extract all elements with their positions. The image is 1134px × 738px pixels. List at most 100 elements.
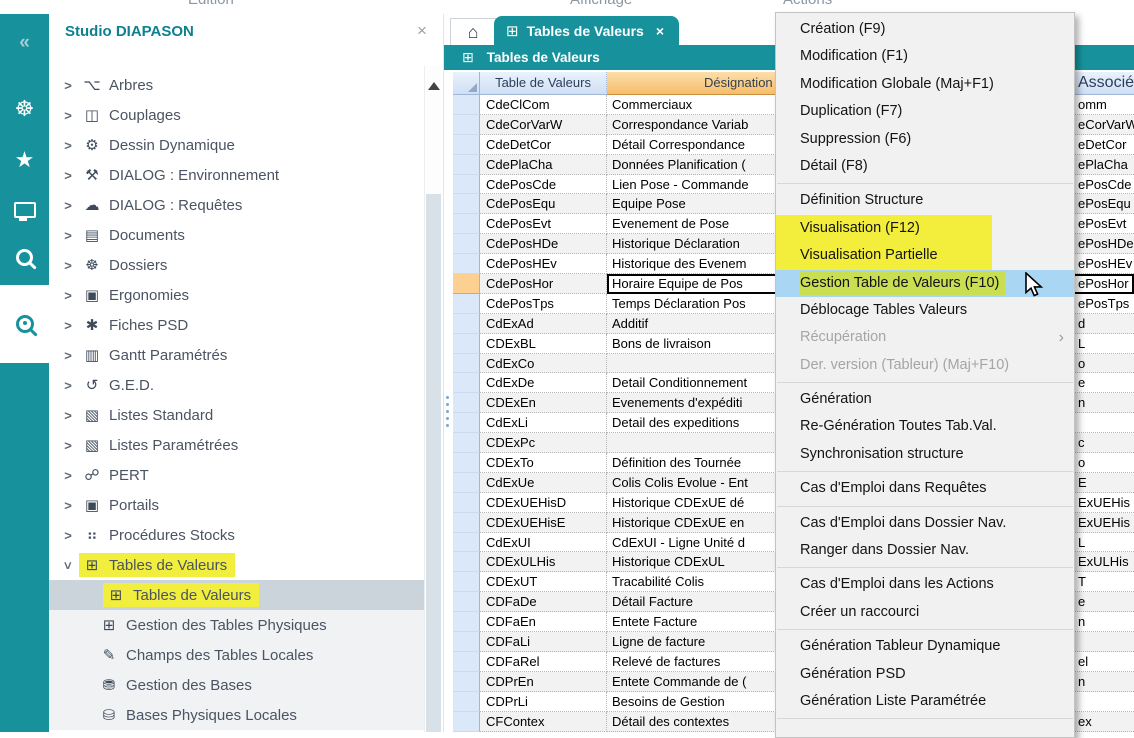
row-selector[interactable] [453, 214, 480, 234]
row-selector[interactable] [453, 533, 480, 553]
tree-item[interactable]: ⛃Gestion des Bases [49, 670, 424, 700]
cell-table-de-valeurs[interactable]: CdePlaCha [480, 155, 607, 175]
sidebar-item-star[interactable]: ★ [0, 143, 49, 177]
row-selector[interactable] [453, 453, 480, 473]
chevron-right-icon[interactable]: > [61, 318, 75, 333]
row-selector[interactable] [453, 513, 480, 533]
row-selector[interactable] [453, 652, 480, 672]
row-selector[interactable] [453, 314, 480, 334]
row-selector[interactable] [453, 612, 480, 632]
chevron-right-icon[interactable]: > [61, 528, 75, 543]
cell-table-de-valeurs[interactable]: CDPrLi [480, 692, 607, 712]
row-selector[interactable] [453, 294, 480, 314]
row-selector[interactable] [453, 592, 480, 612]
chevron-right-icon[interactable]: > [61, 168, 75, 183]
row-selector[interactable] [453, 135, 480, 155]
chevron-right-icon[interactable]: > [61, 438, 75, 453]
menu-item[interactable]: Cas d'Emploi dans Dossier Nav. [776, 510, 1074, 537]
close-tab-icon[interactable]: × [656, 23, 664, 39]
menu-item[interactable]: Synchronisation structure [776, 441, 1074, 468]
chevron-right-icon[interactable]: > [61, 408, 75, 423]
cell-table-de-valeurs[interactable]: CdeDetCor [480, 135, 607, 155]
tree-item[interactable]: >⊞Tables de Valeurs [49, 550, 424, 580]
tree-item[interactable]: ⛁Bases Physiques Locales [49, 700, 424, 730]
tree-item[interactable]: >▣Ergonomies [49, 280, 424, 310]
tree-item[interactable]: >▣Portails [49, 490, 424, 520]
row-selector[interactable] [453, 433, 480, 453]
chevron-right-icon[interactable]: > [61, 498, 75, 513]
menu-item[interactable]: Création (F9) [776, 16, 1074, 43]
tab-tables-de-valeurs[interactable]: ⊞ Tables de Valeurs × [494, 16, 679, 45]
sidebar-item-monitor[interactable] [0, 193, 49, 227]
menu-item[interactable]: Détail (F8) [776, 153, 1074, 180]
tree-item[interactable]: >⌥Arbres [49, 70, 424, 100]
menu-item[interactable]: Duplication (F7) [776, 98, 1074, 125]
collapse-sidebar-icon[interactable]: « [0, 32, 49, 54]
cell-table-de-valeurs[interactable]: CDExTo [480, 453, 607, 473]
row-selector[interactable] [453, 473, 480, 493]
cell-table-de-valeurs[interactable]: CdExLi [480, 413, 607, 433]
chevron-right-icon[interactable]: > [61, 468, 75, 483]
tree-item[interactable]: >↺G.E.D. [49, 370, 424, 400]
menu-item[interactable]: Génération PSD [776, 661, 1074, 688]
cell-table-de-valeurs[interactable]: CDExEn [480, 393, 607, 413]
menu-item[interactable]: Cas d'Emploi dans Requêtes [776, 475, 1074, 502]
menu-item[interactable]: Suppression (F6) [776, 126, 1074, 153]
menu-item[interactable]: Déblocage Tables Valeurs [776, 297, 1074, 324]
cell-table-de-valeurs[interactable]: CdePosHor [480, 274, 607, 294]
row-selector[interactable] [453, 413, 480, 433]
row-selector[interactable] [453, 712, 480, 732]
menu-item[interactable]: Créer un raccourci [776, 599, 1074, 626]
select-all-corner[interactable] [453, 72, 480, 95]
row-selector[interactable] [453, 115, 480, 135]
sidebar-item-search[interactable] [0, 240, 49, 274]
menu-item[interactable]: Visualisation (F12) [776, 215, 1074, 242]
scrollbar-thumb[interactable] [426, 194, 441, 732]
tree-item[interactable]: >⚙Dessin Dynamique [49, 130, 424, 160]
cell-table-de-valeurs[interactable]: CDExBL [480, 334, 607, 354]
cell-table-de-valeurs[interactable]: CdePosTps [480, 294, 607, 314]
menu-item[interactable]: Modification (F1) [776, 43, 1074, 70]
row-selector[interactable] [453, 393, 480, 413]
chevron-right-icon[interactable]: > [61, 198, 75, 213]
row-selector[interactable] [453, 373, 480, 393]
tree-item[interactable]: >⠶Procédures Stocks [49, 520, 424, 550]
chevron-down-icon[interactable]: > [61, 558, 76, 572]
tab-home[interactable]: ⌂ [450, 18, 496, 46]
tree-item[interactable]: ⊞Tables de Valeurs [49, 580, 424, 610]
tree-item[interactable]: ⊞Gestion des Tables Physiques [49, 610, 424, 640]
chevron-right-icon[interactable]: > [61, 78, 75, 93]
menu-item[interactable]: Génération [776, 386, 1074, 413]
row-selector[interactable] [453, 552, 480, 572]
row-selector[interactable] [453, 155, 480, 175]
chevron-right-icon[interactable]: > [61, 288, 75, 303]
cell-table-de-valeurs[interactable]: CdeClCom [480, 95, 607, 115]
menu-item[interactable]: Gestion Table de Valeurs (F10) [776, 270, 1074, 297]
menu-item[interactable]: Cas d'Emploi dans les Actions [776, 571, 1074, 598]
menu-item[interactable]: Visualisation Partielle [776, 242, 1074, 269]
menu-item[interactable]: Modification Globale (Maj+F1) [776, 71, 1074, 98]
splitter-handle[interactable] [446, 396, 450, 431]
tree-item[interactable]: >◫Couplages [49, 100, 424, 130]
row-selector[interactable] [453, 234, 480, 254]
cell-table-de-valeurs[interactable]: CdePosEvt [480, 214, 607, 234]
cell-table-de-valeurs[interactable]: CDExUEHisD [480, 493, 607, 513]
column-header-table-de-valeurs[interactable]: Table de Valeurs [480, 72, 607, 95]
row-selector[interactable] [453, 354, 480, 374]
cell-table-de-valeurs[interactable]: CDFaRel [480, 652, 607, 672]
chevron-right-icon[interactable]: > [61, 108, 75, 123]
menubar-item-actions[interactable]: Actions [783, 0, 832, 8]
cell-table-de-valeurs[interactable]: CdeCorVarW [480, 115, 607, 135]
chevron-right-icon[interactable]: > [61, 378, 75, 393]
tree-item[interactable]: >⚒DIALOG : Environnement [49, 160, 424, 190]
tree-item[interactable]: ✎Champs des Tables Locales [49, 640, 424, 670]
cell-table-de-valeurs[interactable]: CdePosHDe [480, 234, 607, 254]
sidebar-item-wheel[interactable]: ☸ [0, 92, 49, 126]
cell-table-de-valeurs[interactable]: CdePosEqu [480, 194, 607, 214]
menu-item[interactable]: Définition Structure [776, 187, 1074, 214]
cell-table-de-valeurs[interactable]: CdePosCde [480, 175, 607, 195]
cell-table-de-valeurs[interactable]: CDPrEn [480, 672, 607, 692]
tree-item[interactable]: >▥Gantt Paramétrés [49, 340, 424, 370]
close-icon[interactable]: × [417, 21, 427, 41]
row-selector[interactable] [453, 672, 480, 692]
